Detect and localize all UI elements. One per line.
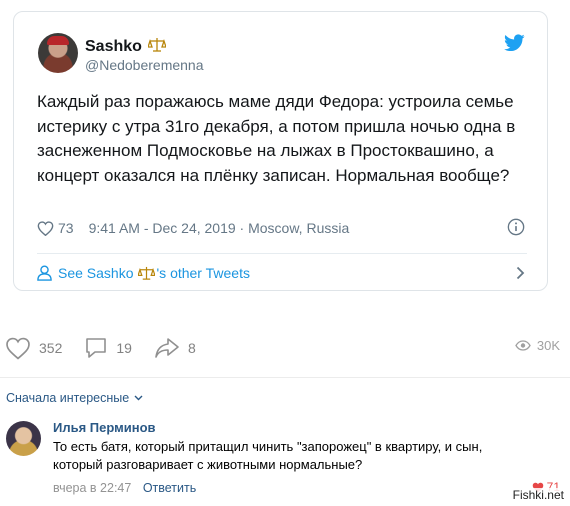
info-circle-icon[interactable] [507, 218, 525, 236]
tweet-author-avatar[interactable] [38, 33, 78, 73]
heart-outline-icon [6, 337, 30, 360]
reply-button[interactable]: Ответить [143, 481, 196, 495]
other-tweets-prefix: See Sashko [58, 265, 134, 281]
share-count: 8 [187, 340, 196, 356]
person-icon [37, 265, 52, 281]
comment-button[interactable]: 19 [84, 336, 132, 360]
tweet-timestamp[interactable]: 9:41 AM - Dec 24, 2019 · Moscow, Russia [89, 220, 350, 236]
heart-outline-icon [37, 220, 54, 236]
comment-text: То есть батя, который притащил чинить "з… [53, 439, 483, 472]
scales-icon [137, 266, 155, 280]
embedded-tweet-card[interactable]: Sashko @Nedoberemenna Каждый раз поражаю… [13, 11, 548, 291]
tweet-author-handle[interactable]: @Nedoberemenna [85, 57, 204, 73]
chevron-right-icon [516, 266, 525, 280]
share-button[interactable]: 8 [154, 337, 196, 359]
view-count-text: 30K [536, 338, 560, 353]
tweet-author-name[interactable]: Sashko [85, 37, 166, 56]
share-arrow-icon [155, 338, 179, 358]
comment-time[interactable]: вчера в 22:47 [53, 481, 131, 495]
comment-sort-label: Сначала интересные [6, 391, 130, 405]
tweet-author-name-text: Sashko [85, 38, 142, 55]
comment-bubble-icon [86, 338, 107, 358]
see-other-tweets-link[interactable]: See Sashko 's other Tweets [37, 262, 527, 284]
comment-sort-dropdown[interactable]: Сначала интересные [6, 391, 143, 405]
comment-author-avatar[interactable] [6, 421, 41, 456]
divider [0, 377, 570, 378]
eye-icon [515, 340, 531, 351]
twitter-bird-icon[interactable] [504, 34, 525, 52]
scales-icon [147, 38, 166, 52]
tweet-meta-row: 73 9:41 AM - Dec 24, 2019 · Moscow, Russ… [37, 218, 527, 238]
tweet-text: Каждый раз поражаюсь маме дяди Федора: у… [37, 92, 516, 185]
comment-count: 19 [116, 340, 132, 356]
comment-author-name[interactable]: Илья Перминов [53, 420, 156, 435]
card-divider [37, 253, 527, 254]
watermark: Fishki.net [510, 488, 566, 502]
tweet-like-count[interactable]: 73 [37, 220, 74, 236]
other-tweets-suffix: 's other Tweets [156, 265, 250, 281]
post-action-bar: 352 19 8 30K [5, 334, 560, 362]
view-count: 30K [515, 338, 560, 353]
like-count: 352 [39, 340, 63, 356]
tweet-like-count-text: 73 [58, 220, 74, 236]
chevron-down-icon [134, 395, 143, 401]
like-button[interactable]: 352 [5, 337, 62, 360]
comment-footer: вчера в 22:47 Ответить [53, 481, 196, 495]
